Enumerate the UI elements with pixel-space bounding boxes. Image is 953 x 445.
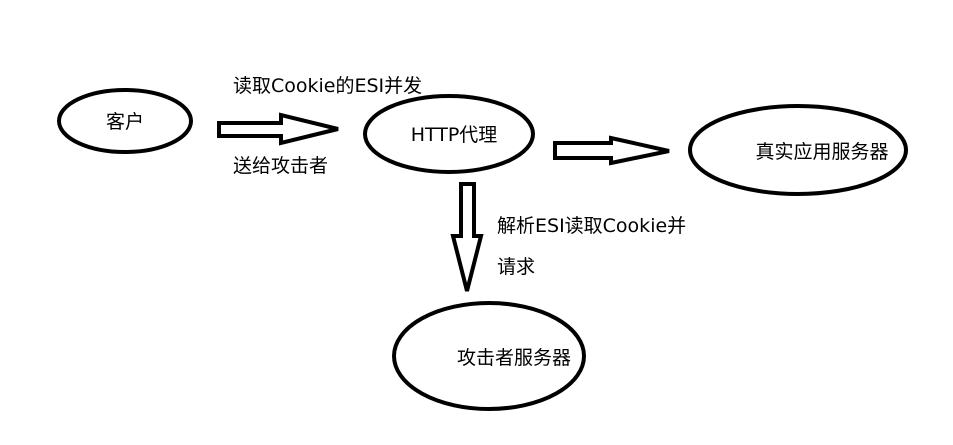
proxy-label: HTTP代理 [411,124,498,146]
real-server-label: 真实应用服务器 [755,141,888,163]
node-attacker-server: 攻击者服务器 [392,301,586,411]
edge-proxy-to-real-server [553,135,670,166]
arrow-down-icon [450,182,484,292]
node-client: 客户 [57,88,193,154]
node-real-app-server: 真实应用服务器 [688,104,908,196]
proxy-to-attacker-label-line1: 解析ESI读取Cookie并 [497,215,686,237]
arrow-right-icon [217,112,339,146]
client-to-proxy-label-bottom: 送给攻击者 [233,155,328,177]
node-http-proxy: HTTP代理 [363,94,535,174]
proxy-to-attacker-label-line2: 请求 [497,256,535,278]
esi-attack-flow-diagram: 客户 HTTP代理 真实应用服务器 攻击者服务器 读取Cookie的ESI并发 … [57,75,908,411]
client-label: 客户 [106,111,144,133]
client-to-proxy-label-top: 读取Cookie的ESI并发 [233,75,422,97]
edge-proxy-to-attacker-server: 解析ESI读取Cookie并 请求 [450,182,686,292]
arrow-right-icon [553,135,670,166]
attacker-server-label: 攻击者服务器 [457,347,571,369]
